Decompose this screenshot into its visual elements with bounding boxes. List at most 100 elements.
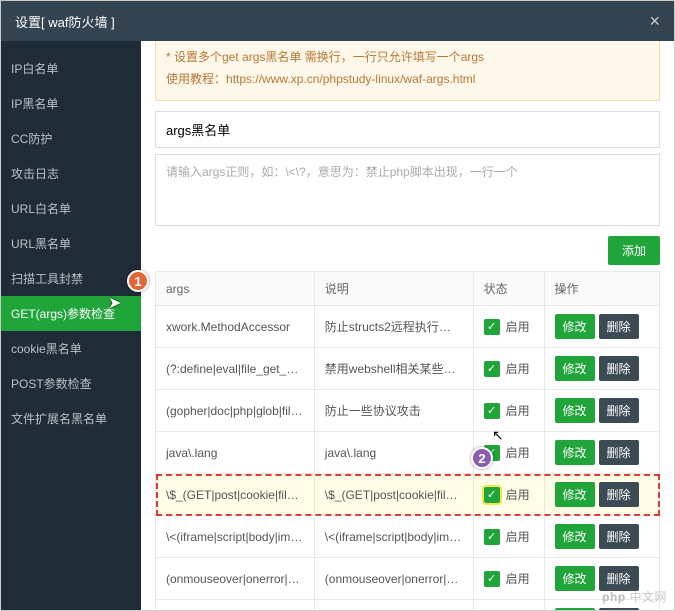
- notice-line2: 使用教程：https://www.xp.cn/phpstudy-linux/wa…: [166, 69, 649, 91]
- section-title: args黑名单: [155, 111, 660, 148]
- status-label: 启用: [506, 528, 530, 545]
- cell-args: java\.lang: [156, 432, 315, 474]
- delete-button[interactable]: 删除: [599, 608, 639, 610]
- cell-args: \<(iframe|script|body|img|l...: [156, 516, 315, 558]
- annotation-marker-1: 1: [127, 270, 149, 292]
- table-row: (?:define|eval|file_get_co...禁用webshell相…: [156, 348, 660, 390]
- add-row: 添加: [155, 236, 660, 265]
- cell-desc: java\.lang: [314, 432, 473, 474]
- modal-body: IP白名单 IP黑名单 CC防护 攻击日志 URL白名单 URL黑名单 扫描工具…: [1, 41, 674, 610]
- status-label: 启用: [506, 444, 530, 461]
- cell-status: ✓启用: [473, 306, 544, 348]
- status-toggle[interactable]: ✓ 启用: [484, 486, 530, 503]
- sidebar: IP白名单 IP黑名单 CC防护 攻击日志 URL白名单 URL黑名单 扫描工具…: [1, 41, 141, 610]
- cursor-arrow-icon: ↖: [492, 427, 504, 444]
- titlebar: 设置[ waf防火墙 ] ×: [1, 1, 674, 41]
- modify-button[interactable]: 修改: [555, 314, 595, 339]
- modify-button[interactable]: 修改: [555, 356, 595, 381]
- delete-button[interactable]: 删除: [599, 356, 639, 381]
- table-row: (onmouseover|onerror|on...(onmouseover|o…: [156, 558, 660, 600]
- close-icon[interactable]: ×: [649, 11, 660, 32]
- modify-button[interactable]: 修改: [555, 566, 595, 591]
- cell-args: (onmouseover|onerror|on...: [156, 558, 315, 600]
- cell-ops: 修改删除: [544, 432, 659, 474]
- cell-ops: 修改删除: [544, 306, 659, 348]
- cell-desc: \$_(GET|post|cookie|files|...: [314, 474, 473, 516]
- th-args: args: [156, 272, 315, 306]
- table-row: \<(iframe|script|body|img|l...\<(iframe|…: [156, 516, 660, 558]
- cell-desc: 防止一些协议攻击: [314, 390, 473, 432]
- modify-button[interactable]: 修改: [555, 482, 595, 507]
- cell-ops: 修改删除: [544, 348, 659, 390]
- cell-desc: 禁用webshell相关某些函数: [314, 348, 473, 390]
- sidebar-item-url-whitelist[interactable]: URL白名单: [1, 191, 141, 226]
- table-row: xwork.MethodAccessor防止structs2远程执行方法✓启用修…: [156, 306, 660, 348]
- notice-box: * 设置多个get args黑名单 需换行，一行只允许填写一个args 使用教程…: [155, 41, 660, 101]
- cell-status: ✓启用: [473, 600, 544, 610]
- status-label: 启用: [506, 402, 530, 419]
- delete-button[interactable]: 删除: [599, 482, 639, 507]
- status-toggle[interactable]: ✓ 启用: [484, 528, 530, 545]
- cell-args: xwork.MethodAccessor: [156, 306, 315, 348]
- status-toggle[interactable]: ✓启用: [484, 402, 530, 419]
- titlebar-title: 设置[ waf防火墙 ]: [15, 12, 115, 31]
- modify-button[interactable]: 修改: [555, 608, 595, 610]
- table-row: java\.langjava\.lang✓启用修改删除: [156, 432, 660, 474]
- cell-status: ✓ 启用: [473, 348, 544, 390]
- sidebar-item-cc[interactable]: CC防护: [1, 121, 141, 156]
- rules-table: args 说明 状态 操作 xwork.MethodAccessor防止stru…: [155, 271, 660, 610]
- cell-args: (?:define|eval|file_get_co...: [156, 348, 315, 390]
- status-toggle[interactable]: ✓ 启用: [484, 360, 530, 377]
- cell-desc: \|\.*(?:ls|pwd|whoami|ll|ifc...: [314, 600, 473, 610]
- cell-args: \$_(GET|post|cookie|files|...: [156, 474, 315, 516]
- annotation-marker-2: 2: [471, 447, 493, 469]
- watermark: php 中文网: [602, 588, 667, 605]
- sidebar-item-ip-whitelist[interactable]: IP白名单: [1, 51, 141, 86]
- sidebar-item-ip-blacklist[interactable]: IP黑名单: [1, 86, 141, 121]
- table-row: \$_(GET|post|cookie|files|...\$_(GET|pos…: [156, 474, 660, 516]
- check-icon: ✓: [484, 529, 500, 545]
- cell-ops: 修改删除: [544, 516, 659, 558]
- main-panel: * 设置多个get args黑名单 需换行，一行只允许填写一个args 使用教程…: [141, 41, 674, 610]
- modify-button[interactable]: 修改: [555, 524, 595, 549]
- delete-button[interactable]: 删除: [599, 440, 639, 465]
- status-toggle[interactable]: ✓启用: [484, 318, 530, 335]
- th-desc: 说明: [314, 272, 473, 306]
- check-icon: ✓: [484, 361, 500, 377]
- cell-status: ✓ 启用: [473, 558, 544, 600]
- delete-button[interactable]: 删除: [599, 524, 639, 549]
- th-ops: 操作: [544, 272, 659, 306]
- sidebar-item-attack-log[interactable]: 攻击日志: [1, 156, 141, 191]
- cell-desc: \<(iframe|script|body|img|l...: [314, 516, 473, 558]
- status-toggle[interactable]: ✓ 启用: [484, 570, 530, 587]
- status-label: 启用: [506, 360, 530, 377]
- status-label: 启用: [506, 570, 530, 587]
- table-row: (gopher|doc|php|glob|file|...防止一些协议攻击✓启用…: [156, 390, 660, 432]
- cell-ops: 修改删除: [544, 474, 659, 516]
- cell-args: \|\.*(?:ls|pwd|whoami|ll|ifc...: [156, 600, 315, 610]
- modify-button[interactable]: 修改: [555, 440, 595, 465]
- table-header-row: args 说明 状态 操作: [156, 272, 660, 306]
- table-row: \|\.*(?:ls|pwd|whoami|ll|ifc...\|\.*(?:l…: [156, 600, 660, 610]
- check-icon: ✓: [484, 571, 500, 587]
- notice-link[interactable]: https://www.xp.cn/phpstudy-linux/waf-arg…: [226, 72, 475, 86]
- cell-status: ✓启用: [473, 390, 544, 432]
- cell-status: ✓ 启用: [473, 474, 544, 516]
- modify-button[interactable]: 修改: [555, 398, 595, 423]
- sidebar-item-ext-blacklist[interactable]: 文件扩展名黑名单: [1, 401, 141, 436]
- notice-line1: * 设置多个get args黑名单 需换行，一行只允许填写一个args: [166, 47, 649, 69]
- delete-button[interactable]: 删除: [599, 314, 639, 339]
- sidebar-item-post-args[interactable]: POST参数检查: [1, 366, 141, 401]
- cell-desc: 防止structs2远程执行方法: [314, 306, 473, 348]
- sidebar-item-cookie-blacklist[interactable]: cookie黑名单: [1, 331, 141, 366]
- cell-ops: 修改删除: [544, 390, 659, 432]
- args-textarea[interactable]: 请输入args正则，如：\<\?，意思为：禁止php脚本出现，一行一个: [155, 154, 660, 226]
- status-label: 启用: [506, 318, 530, 335]
- modal-container: 设置[ waf防火墙 ] × IP白名单 IP黑名单 CC防护 攻击日志 URL…: [0, 0, 675, 611]
- delete-button[interactable]: 删除: [599, 398, 639, 423]
- add-button[interactable]: 添加: [608, 236, 660, 265]
- sidebar-item-url-blacklist[interactable]: URL黑名单: [1, 226, 141, 261]
- status-label: 启用: [506, 486, 530, 503]
- check-icon: ✓: [484, 487, 500, 503]
- sidebar-item-scanner-block[interactable]: 扫描工具封禁: [1, 261, 141, 296]
